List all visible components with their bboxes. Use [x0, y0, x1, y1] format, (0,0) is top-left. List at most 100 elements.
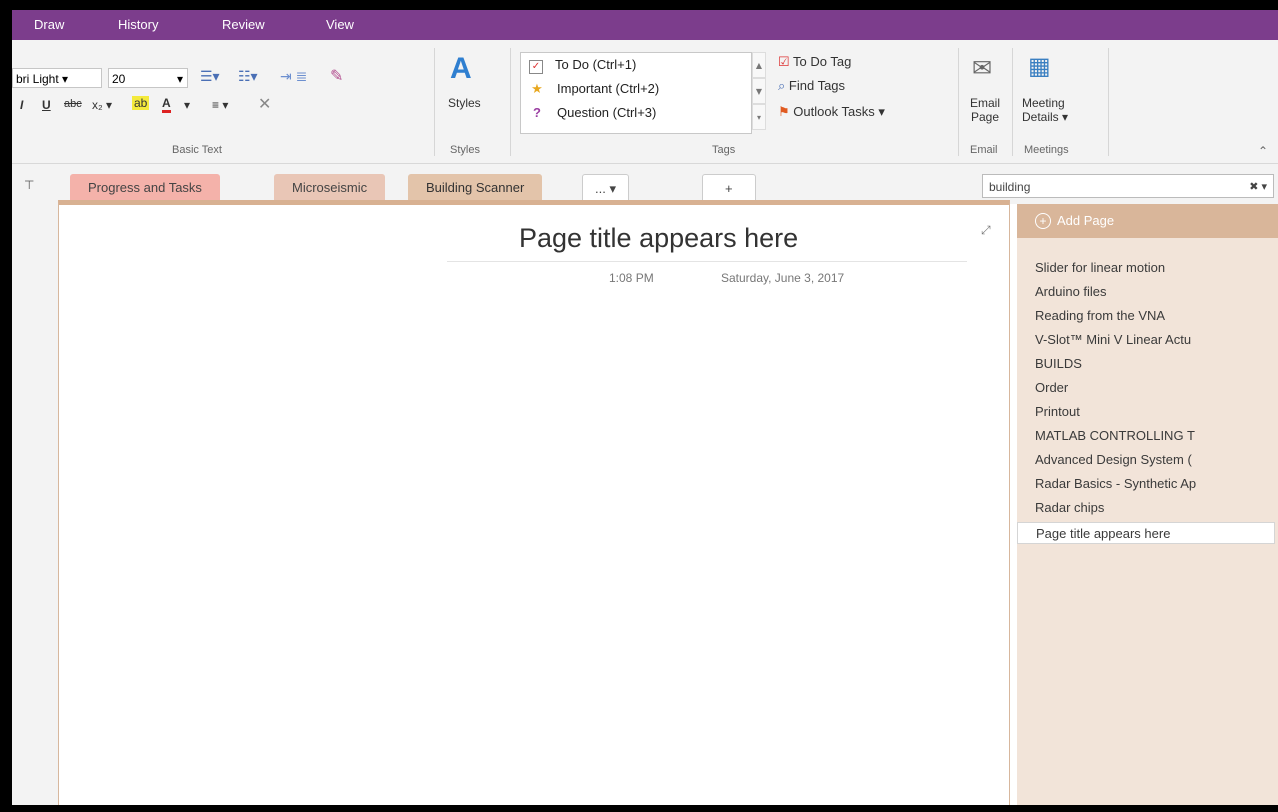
- more-icon[interactable]: ▾: [752, 104, 766, 130]
- ribbon: bri Light ▾ 20 ▾ ☰▾ ☷▾ ⇥ ≣ ✎ I U abc x₂ …: [12, 40, 1278, 164]
- section-tab-building-scanner[interactable]: Building Scanner: [408, 174, 543, 202]
- page-list-item[interactable]: Slider for linear motion: [1035, 260, 1275, 275]
- tag-todo[interactable]: ✓ To Do (Ctrl+1): [529, 57, 636, 74]
- page-list-item[interactable]: BUILDS: [1035, 356, 1275, 371]
- scroll-up-icon[interactable]: ▲: [752, 52, 766, 78]
- tags-group-label: Tags: [712, 144, 736, 156]
- numbering-icon[interactable]: ☷▾: [238, 68, 258, 85]
- envelope-icon[interactable]: ✉: [972, 54, 992, 83]
- star-icon: ★: [531, 81, 543, 96]
- bullets-icon[interactable]: ☰▾: [200, 68, 220, 85]
- left-strip: [12, 204, 58, 805]
- font-color-dropdown-icon[interactable]: ▾: [184, 98, 190, 112]
- find-tags-label: Find Tags: [788, 78, 846, 93]
- checkbox-icon: ✓: [529, 60, 543, 74]
- section-tab-microseismic[interactable]: Microseismic: [274, 174, 386, 202]
- page-list-item[interactable]: Arduino files: [1035, 284, 1275, 299]
- indent-icon[interactable]: ⇥ ≣: [280, 68, 307, 85]
- search-input[interactable]: building ✖ ▾: [982, 174, 1274, 198]
- calendar-icon[interactable]: ▦: [1028, 52, 1051, 81]
- align-icon[interactable]: ≡ ▾: [212, 98, 228, 112]
- clear-search-icon[interactable]: ✖ ▾: [1249, 175, 1267, 199]
- styles-button[interactable]: Styles: [448, 96, 481, 110]
- add-page-button[interactable]: + Add Page: [1017, 204, 1278, 238]
- find-tags-button[interactable]: ⌕ Find Tags: [778, 78, 845, 94]
- tag-question[interactable]: ? Question (Ctrl+3): [529, 105, 656, 120]
- add-page-label: Add Page: [1057, 213, 1115, 228]
- styles-group-label: Styles: [450, 144, 480, 156]
- find-tags-icon: ⌕: [778, 78, 786, 93]
- menu-tab-draw[interactable]: Draw: [34, 17, 64, 32]
- separator: [958, 48, 959, 156]
- strikethrough-icon[interactable]: abc: [64, 98, 82, 110]
- page-list-item[interactable]: Reading from the VNA: [1035, 308, 1275, 323]
- page-canvas[interactable]: Page title appears here 1:08 PM Saturday…: [58, 200, 1010, 805]
- search-value: building: [989, 180, 1031, 194]
- meeting-line1: Meeting: [1022, 96, 1065, 110]
- tag-question-label: Question (Ctrl+3): [557, 105, 657, 120]
- email-group-label: Email: [970, 144, 998, 156]
- outlook-tasks-button[interactable]: ⚑ Outlook Tasks ▾: [778, 104, 885, 120]
- subscript-icon[interactable]: x₂ ▾: [92, 98, 112, 112]
- underline-icon[interactable]: U: [42, 98, 51, 112]
- pin-icon[interactable]: ⊤: [24, 178, 34, 192]
- section-tab-progress[interactable]: Progress and Tasks: [70, 174, 220, 202]
- page-list-item-selected[interactable]: Page title appears here: [1017, 522, 1275, 544]
- meeting-line2: Details: [1022, 110, 1059, 124]
- page-date: Saturday, June 3, 2017: [721, 271, 845, 285]
- tag-important[interactable]: ★ Important (Ctrl+2): [529, 81, 659, 97]
- separator: [510, 48, 511, 156]
- page-list-item[interactable]: Printout: [1035, 404, 1275, 419]
- clear-format-icon[interactable]: ✎: [330, 66, 343, 86]
- scroll-down-icon[interactable]: ▼: [752, 78, 766, 104]
- page-list-item[interactable]: Advanced Design System (: [1035, 452, 1275, 467]
- page-list-item[interactable]: Order: [1035, 380, 1275, 395]
- menu-tab-history[interactable]: History: [118, 17, 158, 32]
- email-line1: Email: [970, 96, 1001, 110]
- separator: [1108, 48, 1109, 156]
- section-tab-row: ⊤ Progress and Tasks Microseismic Buildi…: [12, 164, 1278, 204]
- plus-icon: +: [1035, 213, 1051, 229]
- outlook-tasks-label: Outlook Tasks: [793, 104, 875, 119]
- page-content-area: Page title appears here 1:08 PM Saturday…: [12, 200, 1018, 805]
- checkbox-icon: ☑: [778, 54, 790, 69]
- page-time: 1:08 PM: [609, 271, 654, 285]
- meetings-group-label: Meetings: [1024, 144, 1069, 156]
- question-icon: ?: [533, 105, 541, 120]
- email-line2: Page: [970, 110, 1000, 124]
- page-list-item[interactable]: Radar chips: [1035, 500, 1275, 515]
- todo-tag-button[interactable]: ☑ To Do Tag: [778, 54, 851, 70]
- separator: [1012, 48, 1013, 156]
- page-list-panel: + Add Page Slider for linear motion Ardui…: [1017, 204, 1278, 805]
- page-list-item[interactable]: Radar Basics - Synthetic Ap: [1035, 476, 1275, 491]
- title-underline: [447, 261, 967, 262]
- font-size-combo[interactable]: 20 ▾: [108, 68, 188, 88]
- menu-tab-view[interactable]: View: [326, 17, 354, 32]
- todo-tag-label: To Do Tag: [793, 54, 852, 69]
- font-size-value: 20: [112, 72, 126, 86]
- delete-icon[interactable]: ✕: [258, 94, 271, 114]
- meeting-details-button[interactable]: Meeting Details ▾: [1022, 96, 1068, 124]
- basic-text-group-label: Basic Text: [172, 144, 222, 156]
- email-page-button[interactable]: Email Page: [970, 96, 1000, 124]
- tags-gallery: ✓ To Do (Ctrl+1) ★ Important (Ctrl+2) ? Que…: [520, 52, 752, 134]
- tag-important-label: Important (Ctrl+2): [557, 81, 660, 96]
- page-list-item[interactable]: V-Slot™ Mini V Linear Actu: [1035, 332, 1275, 347]
- tag-todo-label: To Do (Ctrl+1): [555, 57, 637, 72]
- font-name-value: bri Light: [16, 72, 59, 86]
- expand-icon[interactable]: ⤢: [981, 223, 991, 238]
- page-list-item[interactable]: MATLAB CONTROLLING T: [1035, 428, 1275, 443]
- collapse-ribbon-icon[interactable]: ⌃: [1258, 144, 1268, 158]
- highlight-icon[interactable]: ab: [132, 96, 150, 110]
- styles-icon[interactable]: A: [450, 52, 472, 86]
- flag-icon: ⚑: [778, 104, 790, 119]
- separator: [434, 48, 435, 156]
- onenote-window: Draw History Review View bri Light ▾ 20 …: [12, 10, 1278, 805]
- menu-tab-review[interactable]: Review: [222, 17, 265, 32]
- tags-scroller[interactable]: ▲ ▼ ▾: [752, 52, 766, 132]
- menu-bar: Draw History Review View: [12, 10, 1278, 40]
- font-name-combo[interactable]: bri Light ▾: [12, 68, 102, 88]
- page-title[interactable]: Page title appears here: [519, 223, 798, 254]
- italic-icon[interactable]: I: [20, 98, 23, 112]
- font-color-icon[interactable]: A: [162, 96, 171, 113]
